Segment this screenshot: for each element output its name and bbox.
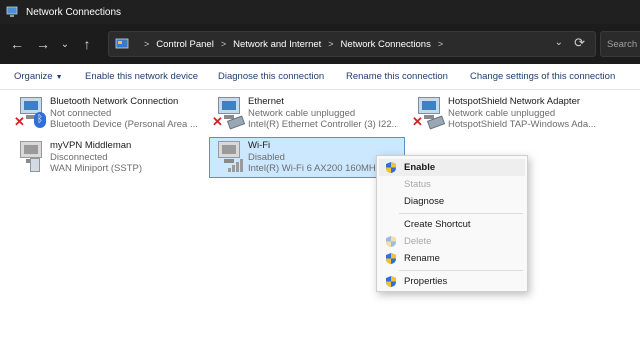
rename-connection-button[interactable]: Rename this connection: [346, 71, 448, 82]
signal-bars-icon: [228, 158, 246, 172]
connection-name: Wi-Fi: [248, 140, 271, 151]
menu-item-label: Enable: [404, 162, 436, 173]
search-input[interactable]: Search Ne: [600, 31, 640, 57]
breadcrumb-network-and-internet[interactable]: Network and Internet: [233, 39, 321, 50]
menu-item-properties[interactable]: Properties: [379, 273, 525, 290]
menu-separator: [399, 213, 523, 214]
address-dropdown-chevron-icon[interactable]: ⌄: [555, 37, 563, 48]
up-arrow-icon[interactable]: ↑: [74, 31, 100, 57]
menu-item-create-shortcut[interactable]: Create Shortcut: [379, 216, 525, 233]
connection-status: Network cable unplugged: [448, 107, 556, 119]
disconnected-x-icon: ✕: [412, 114, 423, 129]
ethernet-icon: ✕: [410, 94, 448, 134]
forward-arrow-icon[interactable]: →: [30, 31, 56, 57]
menu-item-delete: Delete: [379, 233, 525, 250]
uac-shield-icon: [386, 162, 396, 173]
menu-item-label: Diagnose: [404, 196, 445, 207]
window-title: Network Connections: [26, 6, 122, 18]
connection-name: Bluetooth Network Connection: [50, 96, 179, 107]
connection-item-bluetooth[interactable]: ✕ ᛒ Bluetooth Network Connection Not con…: [12, 94, 202, 134]
control-panel-icon: [115, 38, 129, 50]
vpn-icon: [12, 138, 50, 178]
connection-name: HotspotShield Network Adapter: [448, 96, 581, 107]
breadcrumb-network-connections[interactable]: Network Connections: [341, 39, 431, 50]
organize-menu-button[interactable]: Organize ▼: [14, 71, 63, 82]
uac-shield-icon: [386, 236, 396, 247]
connection-item-hotspotshield[interactable]: ✕ HotspotShield Network Adapter Network …: [410, 94, 610, 134]
diagnose-connection-button[interactable]: Diagnose this connection: [218, 71, 324, 82]
connection-name: myVPN Middleman: [50, 140, 132, 151]
connection-name: Ethernet: [248, 96, 284, 107]
wan-miniport-icon: [30, 158, 40, 172]
change-settings-button[interactable]: Change settings of this connection: [470, 71, 615, 82]
breadcrumb[interactable]: > Control Panel > Network and Internet >…: [108, 31, 596, 57]
menu-item-enable[interactable]: Enable: [379, 159, 525, 176]
breadcrumb-separator-icon: >: [437, 39, 444, 49]
menu-separator: [399, 270, 523, 271]
title-bar: Network Connections: [0, 0, 640, 24]
address-bar: ← → ⌄ ↑ > Control Panel > Network and In…: [0, 24, 640, 64]
connection-device: Intel(R) Ethernet Controller (3) I22...: [248, 119, 398, 130]
refresh-icon[interactable]: ⟳: [574, 35, 585, 51]
bluetooth-network-icon: ✕ ᛒ: [12, 94, 50, 134]
connection-device: WAN Miniport (SSTP): [50, 163, 143, 174]
connection-item-myvpn[interactable]: myVPN Middleman Disconnected WAN Minipor…: [12, 138, 202, 178]
breadcrumb-separator-icon: >: [220, 39, 227, 49]
context-menu: Enable Status Diagnose Create Shortcut D…: [376, 155, 528, 292]
menu-item-status: Status: [379, 176, 525, 193]
disconnected-x-icon: ✕: [14, 114, 25, 129]
breadcrumb-separator-icon: >: [328, 39, 334, 49]
ethernet-icon: ✕: [210, 94, 248, 134]
uac-shield-icon: [386, 253, 396, 264]
connection-item-ethernet[interactable]: ✕ Ethernet Network cable unplugged Intel…: [210, 94, 402, 134]
bluetooth-icon: ᛒ: [34, 112, 46, 128]
disconnected-x-icon: ✕: [212, 114, 223, 129]
recent-locations-chevron-icon[interactable]: ⌄: [56, 31, 74, 57]
connection-status: Network cable unplugged: [248, 107, 356, 119]
menu-item-label: Properties: [404, 276, 448, 287]
menu-item-diagnose[interactable]: Diagnose: [379, 193, 525, 210]
network-connections-icon: [6, 6, 18, 18]
breadcrumb-separator-icon: >: [144, 39, 150, 49]
wifi-icon: [210, 138, 248, 178]
enable-device-button[interactable]: Enable this network device: [85, 71, 198, 82]
breadcrumb-control-panel[interactable]: Control Panel: [156, 39, 214, 50]
connection-device: Bluetooth Device (Personal Area ...: [50, 119, 198, 130]
organize-label: Organize: [14, 71, 53, 82]
back-arrow-icon[interactable]: ←: [4, 31, 30, 57]
uac-shield-icon: [386, 276, 396, 287]
connection-status: Not connected: [50, 107, 112, 119]
menu-item-label: Rename: [404, 253, 440, 264]
menu-item-label: Create Shortcut: [404, 219, 471, 230]
connection-device: HotspotShield TAP-Windows Ada...: [448, 119, 597, 130]
menu-item-label: Delete: [404, 236, 432, 247]
caret-down-icon: ▼: [55, 74, 63, 81]
connection-status: Disconnected: [50, 151, 108, 163]
menu-item-rename[interactable]: Rename: [379, 250, 525, 267]
command-bar: Organize ▼ Enable this network device Dia…: [0, 64, 640, 90]
menu-item-label: Status: [404, 179, 431, 190]
